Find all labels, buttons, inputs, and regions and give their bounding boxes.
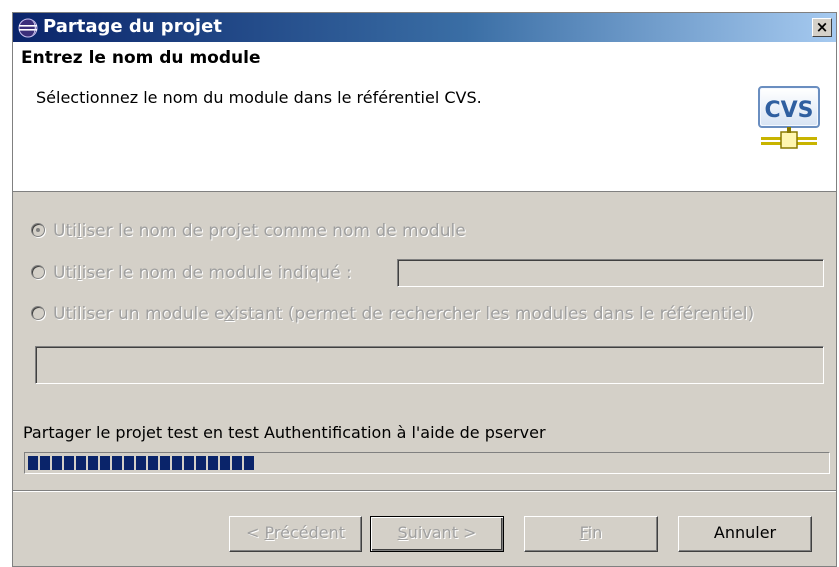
progress-block xyxy=(232,456,242,470)
share-project-dialog: Partage du projet × Entrez le nom du mod… xyxy=(12,12,837,567)
wizard-header: Entrez le nom du module Sélectionnez le … xyxy=(13,42,836,192)
progress-block xyxy=(100,456,110,470)
progress-block xyxy=(124,456,134,470)
radio-label: Utiliser un module existant (permet de r… xyxy=(53,304,755,324)
progress-block xyxy=(112,456,122,470)
finish-button[interactable]: Fin xyxy=(524,516,658,552)
radio-label: Utiliser le nom de module indiqué : xyxy=(53,263,352,283)
close-button[interactable]: × xyxy=(812,18,832,37)
progress-block xyxy=(208,456,218,470)
progress-block xyxy=(148,456,158,470)
progress-block xyxy=(160,456,170,470)
title-bar: Partage du projet × xyxy=(13,13,836,42)
radio-button[interactable] xyxy=(31,265,45,279)
progress-block xyxy=(172,456,182,470)
window-title: Partage du projet xyxy=(43,16,222,37)
back-button[interactable]: < Précédent xyxy=(229,516,362,552)
button-bar-separator xyxy=(13,490,836,492)
progress-block xyxy=(136,456,146,470)
radio-button[interactable] xyxy=(31,306,45,320)
progress-bar xyxy=(24,452,830,474)
operation-status: Partager le projet test en test Authenti… xyxy=(23,423,546,442)
cvs-repository-icon: CVS xyxy=(758,86,820,149)
module-name-field[interactable] xyxy=(397,259,824,287)
progress-block xyxy=(196,456,206,470)
progress-block xyxy=(184,456,194,470)
page-description: Sélectionnez le nom du module dans le ré… xyxy=(36,88,482,107)
progress-block xyxy=(220,456,230,470)
progress-block xyxy=(64,456,74,470)
page-title: Entrez le nom du module xyxy=(21,48,261,68)
cvs-logo-text: CVS xyxy=(764,98,813,123)
progress-block xyxy=(40,456,50,470)
progress-block xyxy=(52,456,62,470)
close-icon: × xyxy=(815,18,829,36)
next-button[interactable]: Suivant > xyxy=(370,516,504,552)
progress-block xyxy=(28,456,38,470)
radio-button[interactable] xyxy=(31,223,45,237)
progress-fill xyxy=(28,456,256,470)
progress-block xyxy=(76,456,86,470)
existing-module-field[interactable] xyxy=(35,346,824,384)
eclipse-icon xyxy=(18,18,38,38)
radio-label: Utiliser le nom de projet comme nom de m… xyxy=(53,221,466,241)
progress-block xyxy=(88,456,98,470)
progress-block xyxy=(244,456,254,470)
cancel-button[interactable]: Annuler xyxy=(678,516,812,552)
